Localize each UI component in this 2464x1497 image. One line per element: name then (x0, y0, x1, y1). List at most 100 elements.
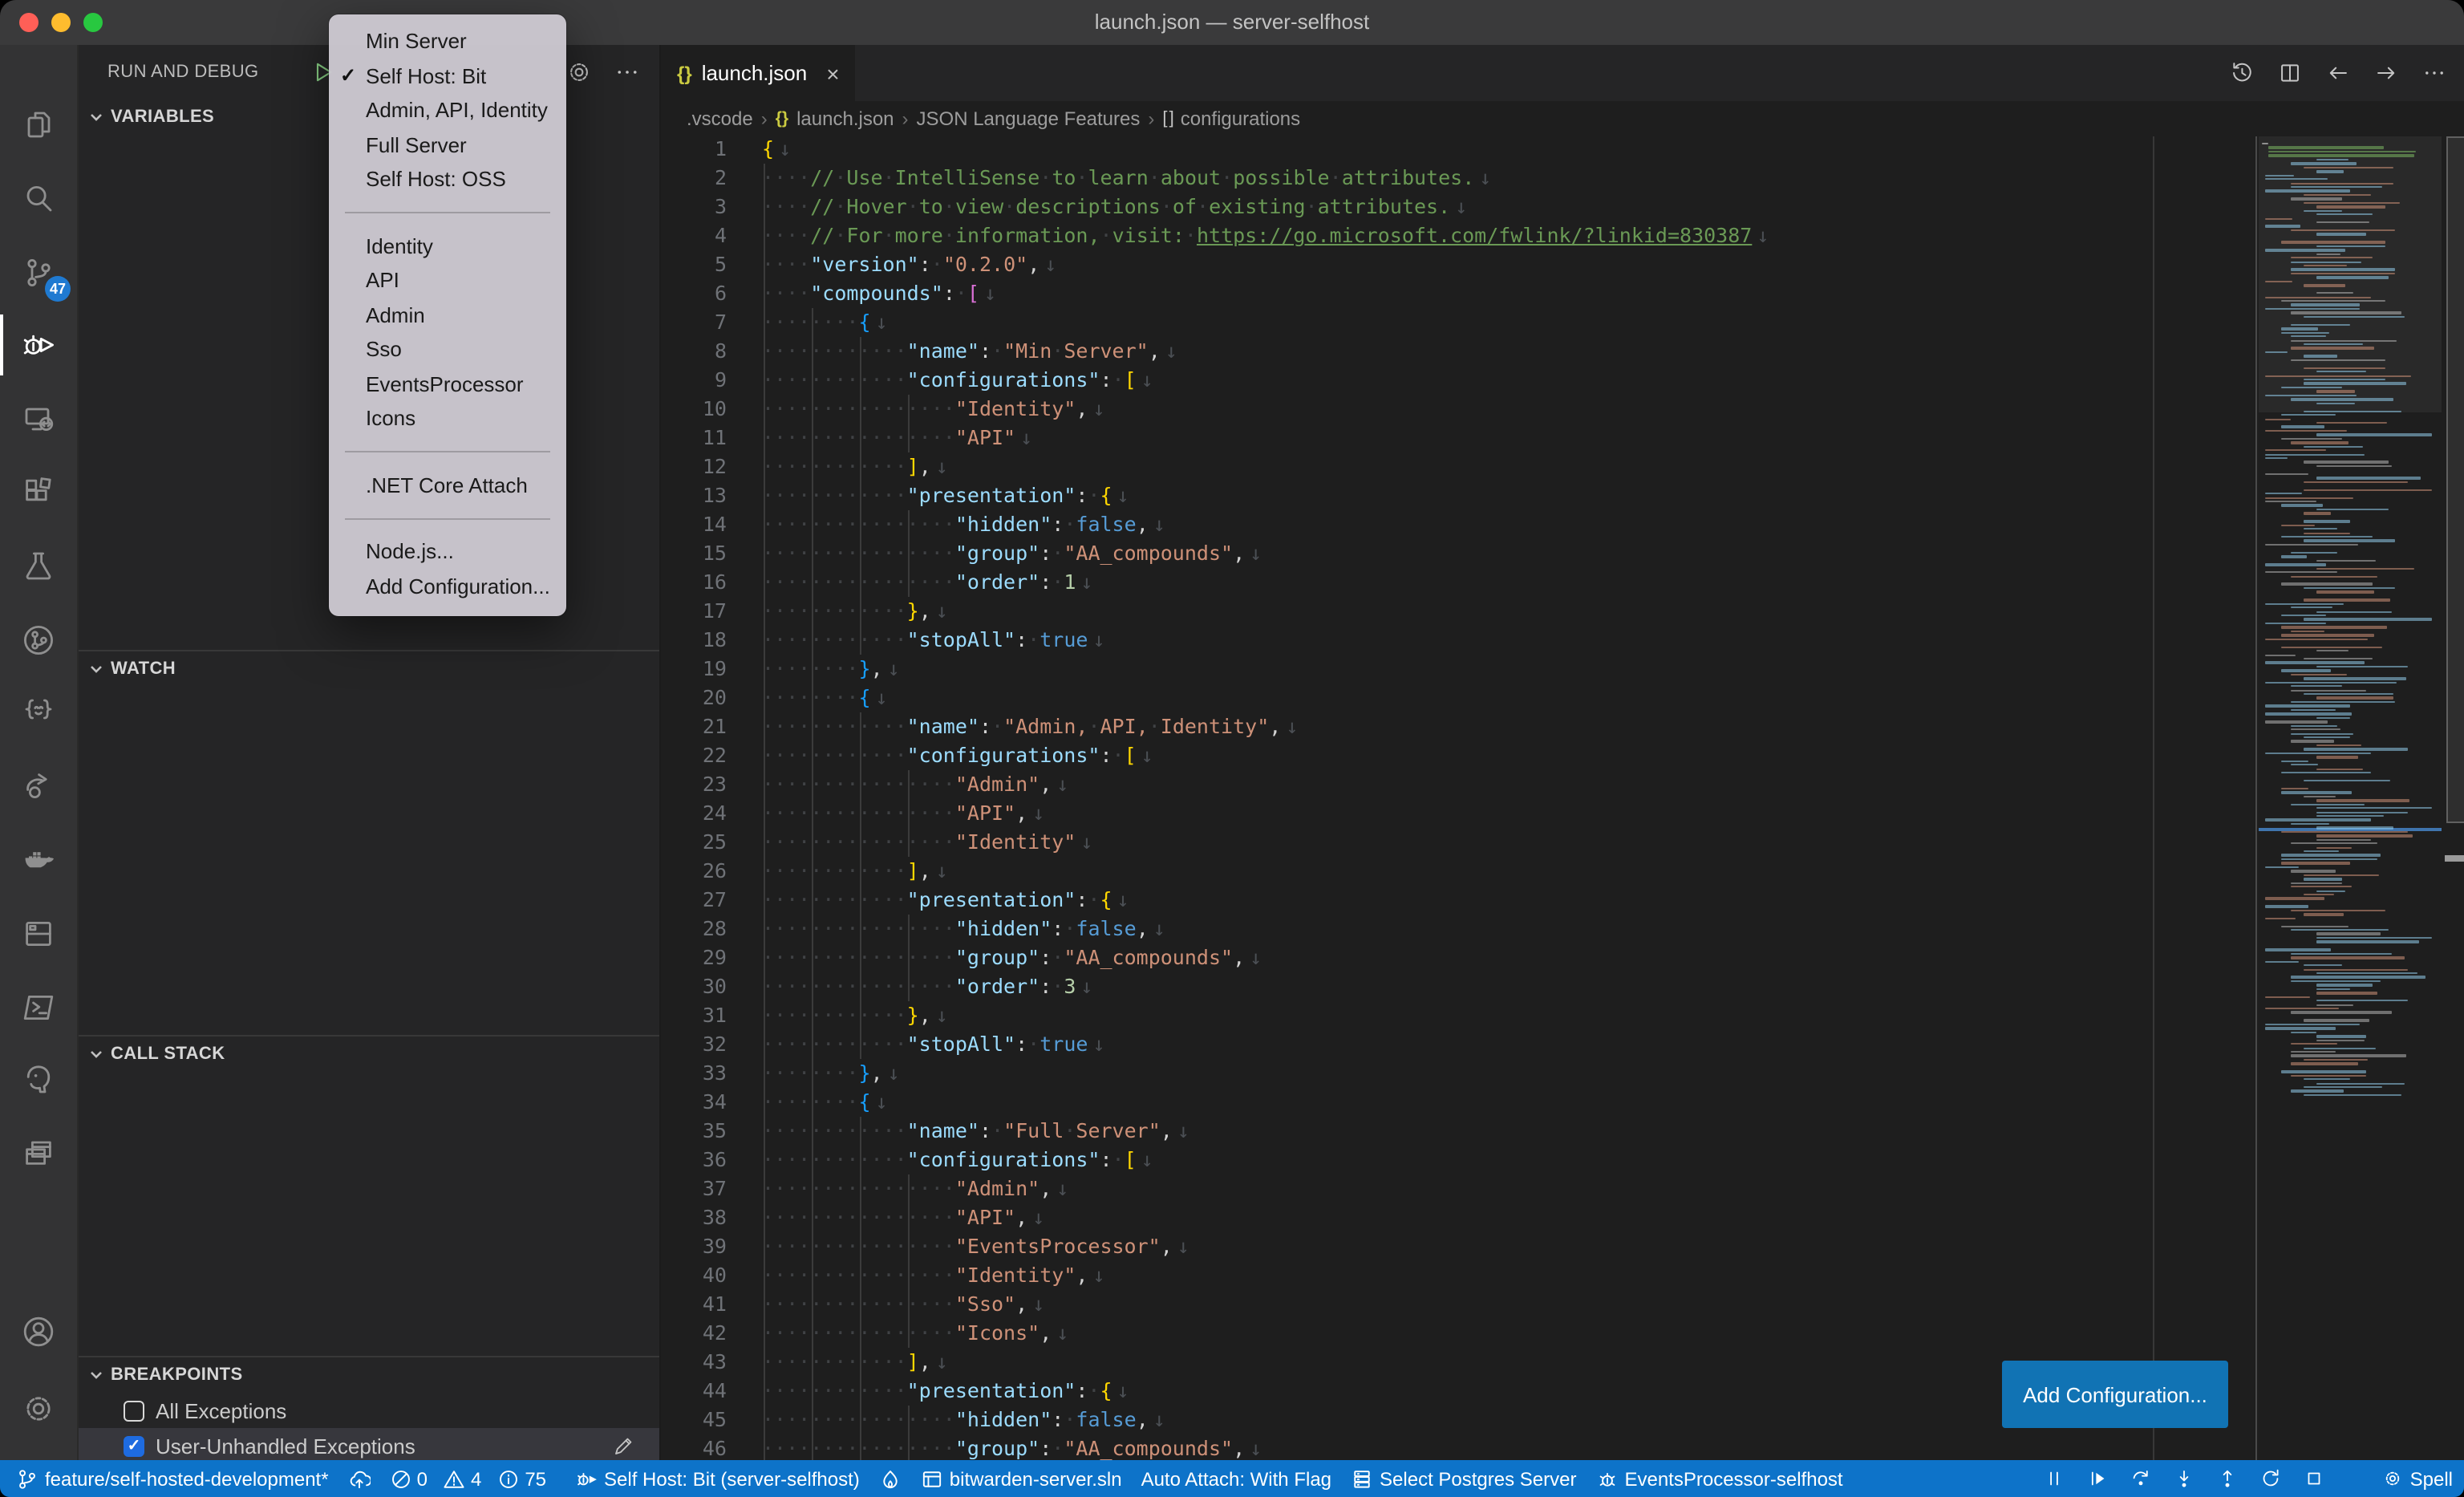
split-editor-button[interactable] (2272, 55, 2307, 91)
code-line-34: 34········{↓ (661, 1088, 2464, 1117)
explorer-icon (19, 106, 58, 144)
close-tab-icon[interactable]: × (826, 60, 839, 86)
activity-source-control[interactable]: 47 (0, 237, 77, 307)
menu-item-admin-api-identity[interactable]: Admin, API, Identity (329, 93, 566, 128)
status-feature-self-hosted-development[interactable]: feature/self-hosted-development* (6, 1460, 338, 1497)
breadcrumb-item-vscode[interactable]: .vscode (687, 108, 753, 130)
minimap[interactable] (2259, 136, 2442, 1460)
activity-settings-gear[interactable] (0, 1373, 77, 1444)
breakpoint-row-all-exceptions[interactable]: All Exceptions (79, 1393, 659, 1428)
minimap-line (2304, 874, 2379, 876)
status-step-over[interactable] (2120, 1468, 2163, 1489)
code-line-5: 5····"version":·"0.2.0",↓ (661, 250, 2464, 279)
activity-run-and-debug[interactable] (0, 310, 77, 381)
status-eventsprocessor-selfhost[interactable]: EventsProcessor-selfhost (1586, 1460, 1852, 1497)
git-branch-icon (16, 1467, 38, 1490)
menu-item-sso[interactable]: Sso (329, 332, 566, 367)
add-configuration-button[interactable]: Add Configuration... (2002, 1361, 2228, 1428)
scrollbar-thumb[interactable] (2446, 136, 2464, 823)
timeline-history-button[interactable] (2223, 55, 2259, 91)
status-pause[interactable] (2033, 1468, 2077, 1489)
menu-item-net-core-attach[interactable]: .NET Core Attach (329, 468, 566, 502)
activity-testing[interactable] (0, 531, 77, 602)
activity-powershell[interactable] (0, 972, 77, 1042)
code-line-6: 6····"compounds":·[↓ (661, 279, 2464, 308)
menu-item-self-host-bit[interactable]: ✓Self Host: Bit (329, 59, 566, 93)
minimap-line (2316, 159, 2348, 161)
editor-more-actions-button[interactable] (2416, 55, 2451, 91)
status-cloud-upload[interactable] (338, 1460, 380, 1497)
status-step-into[interactable] (2163, 1468, 2207, 1489)
menu-item-api[interactable]: API (329, 263, 566, 298)
activity-docker[interactable] (0, 825, 77, 895)
activity-search[interactable] (0, 164, 77, 234)
navigate-forward-button[interactable] (2368, 55, 2403, 91)
activity-braces-smiley[interactable] (0, 678, 77, 748)
status-step-out[interactable] (2207, 1468, 2250, 1489)
status-spell-gear-spell[interactable]: Spell (2372, 1467, 2464, 1490)
warning-icon (444, 1467, 466, 1490)
activity-remote-explorer[interactable] (0, 383, 77, 454)
call-stack-section-header[interactable]: CALL STACK (79, 1037, 659, 1072)
minimap-line (2265, 501, 2317, 503)
menu-item-add-configuration[interactable]: Add Configuration... (329, 569, 566, 603)
watch-section-header[interactable]: WATCH (79, 651, 659, 687)
menu-item-admin[interactable]: Admin (329, 298, 566, 332)
activity-window-stack[interactable] (0, 1118, 77, 1189)
minimap-line (2281, 760, 2308, 762)
minimap-line (2316, 434, 2432, 436)
menu-item-label: Identity (366, 234, 433, 258)
tab-launch-json[interactable]: {} launch.json × (661, 45, 856, 101)
menu-item-label: Icons (366, 407, 415, 431)
minimap-line (2291, 261, 2362, 263)
checkbox-unchecked[interactable] (124, 1400, 144, 1421)
breadcrumb-item-launch-json[interactable]: launch.json (796, 108, 894, 130)
status-item-label: EventsProcessor-selfhost (1624, 1467, 1842, 1490)
menu-item-icons[interactable]: Icons (329, 401, 566, 436)
minimap-line (2265, 375, 2410, 377)
editor-scrollbar[interactable] (2445, 136, 2464, 1460)
status-item-label: Select Postgres Server (1380, 1467, 1576, 1490)
breadcrumb-item-configurations[interactable]: configurations (1181, 108, 1300, 130)
status-flame[interactable] (869, 1460, 911, 1497)
status-self-host-bit-server-selfhost[interactable]: Self Host: Bit (server-selfhost) (565, 1460, 869, 1497)
status-continue[interactable] (2077, 1468, 2120, 1489)
activity-extensions[interactable] (0, 457, 77, 528)
docker-icon (19, 841, 58, 879)
status-problems[interactable]: 0475 (380, 1460, 565, 1497)
menu-item-full-server[interactable]: Full Server (329, 128, 566, 162)
menu-item-identity[interactable]: Identity (329, 229, 566, 263)
activity-accounts[interactable] (0, 1296, 77, 1367)
minimap-line (2281, 556, 2306, 558)
activity-postgresql[interactable] (0, 1045, 77, 1116)
status-bitwarden-server-sln[interactable]: bitwarden-server.sln (911, 1460, 1132, 1497)
menu-item-node-js[interactable]: Node.js... (329, 534, 566, 569)
minimap-line (2316, 697, 2393, 700)
debug-more-actions-button[interactable] (608, 53, 646, 91)
activity-storage[interactable] (0, 899, 77, 969)
navigate-back-button[interactable] (2320, 55, 2355, 91)
status-auto-attach-with-flag[interactable]: Auto Attach: With Flag (1132, 1460, 1341, 1497)
code-line-28: 28················"hidden":·false,↓ (661, 915, 2464, 943)
activity-explorer[interactable] (0, 90, 77, 160)
status-stop[interactable] (2293, 1468, 2336, 1489)
breakpoint-row-user-unhandled-exceptions[interactable]: ✓User-Unhandled Exceptions (79, 1428, 659, 1463)
status-restart[interactable] (2250, 1468, 2293, 1489)
status-select-postgres-server[interactable]: Select Postgres Server (1341, 1460, 1586, 1497)
code-line-7: 7········{↓ (661, 308, 2464, 337)
activity-live-share[interactable] (0, 751, 77, 822)
breakpoints-section-header[interactable]: BREAKPOINTS (79, 1357, 659, 1393)
menu-separator (345, 517, 550, 519)
menu-item-self-host-oss[interactable]: Self Host: OSS (329, 162, 566, 197)
breadcrumb-item-json-language-features[interactable]: JSON Language Features (917, 108, 1141, 130)
checkbox-checked[interactable]: ✓ (124, 1435, 144, 1456)
code-line-22: 22············"configurations":·[↓ (661, 741, 2464, 770)
menu-item-eventsprocessor[interactable]: EventsProcessor (329, 367, 566, 401)
minimap-line (2291, 842, 2378, 845)
menu-item-min-server[interactable]: Min Server (329, 24, 566, 59)
line-number: 30 (661, 972, 727, 1001)
activity-gitlens[interactable] (0, 604, 77, 675)
code-editor[interactable]: 1{↓2····//·Use·IntelliSense·to·learn·abo… (661, 136, 2464, 1460)
edit-breakpoint-button[interactable] (611, 1433, 637, 1458)
minimap-line (2291, 952, 2391, 955)
